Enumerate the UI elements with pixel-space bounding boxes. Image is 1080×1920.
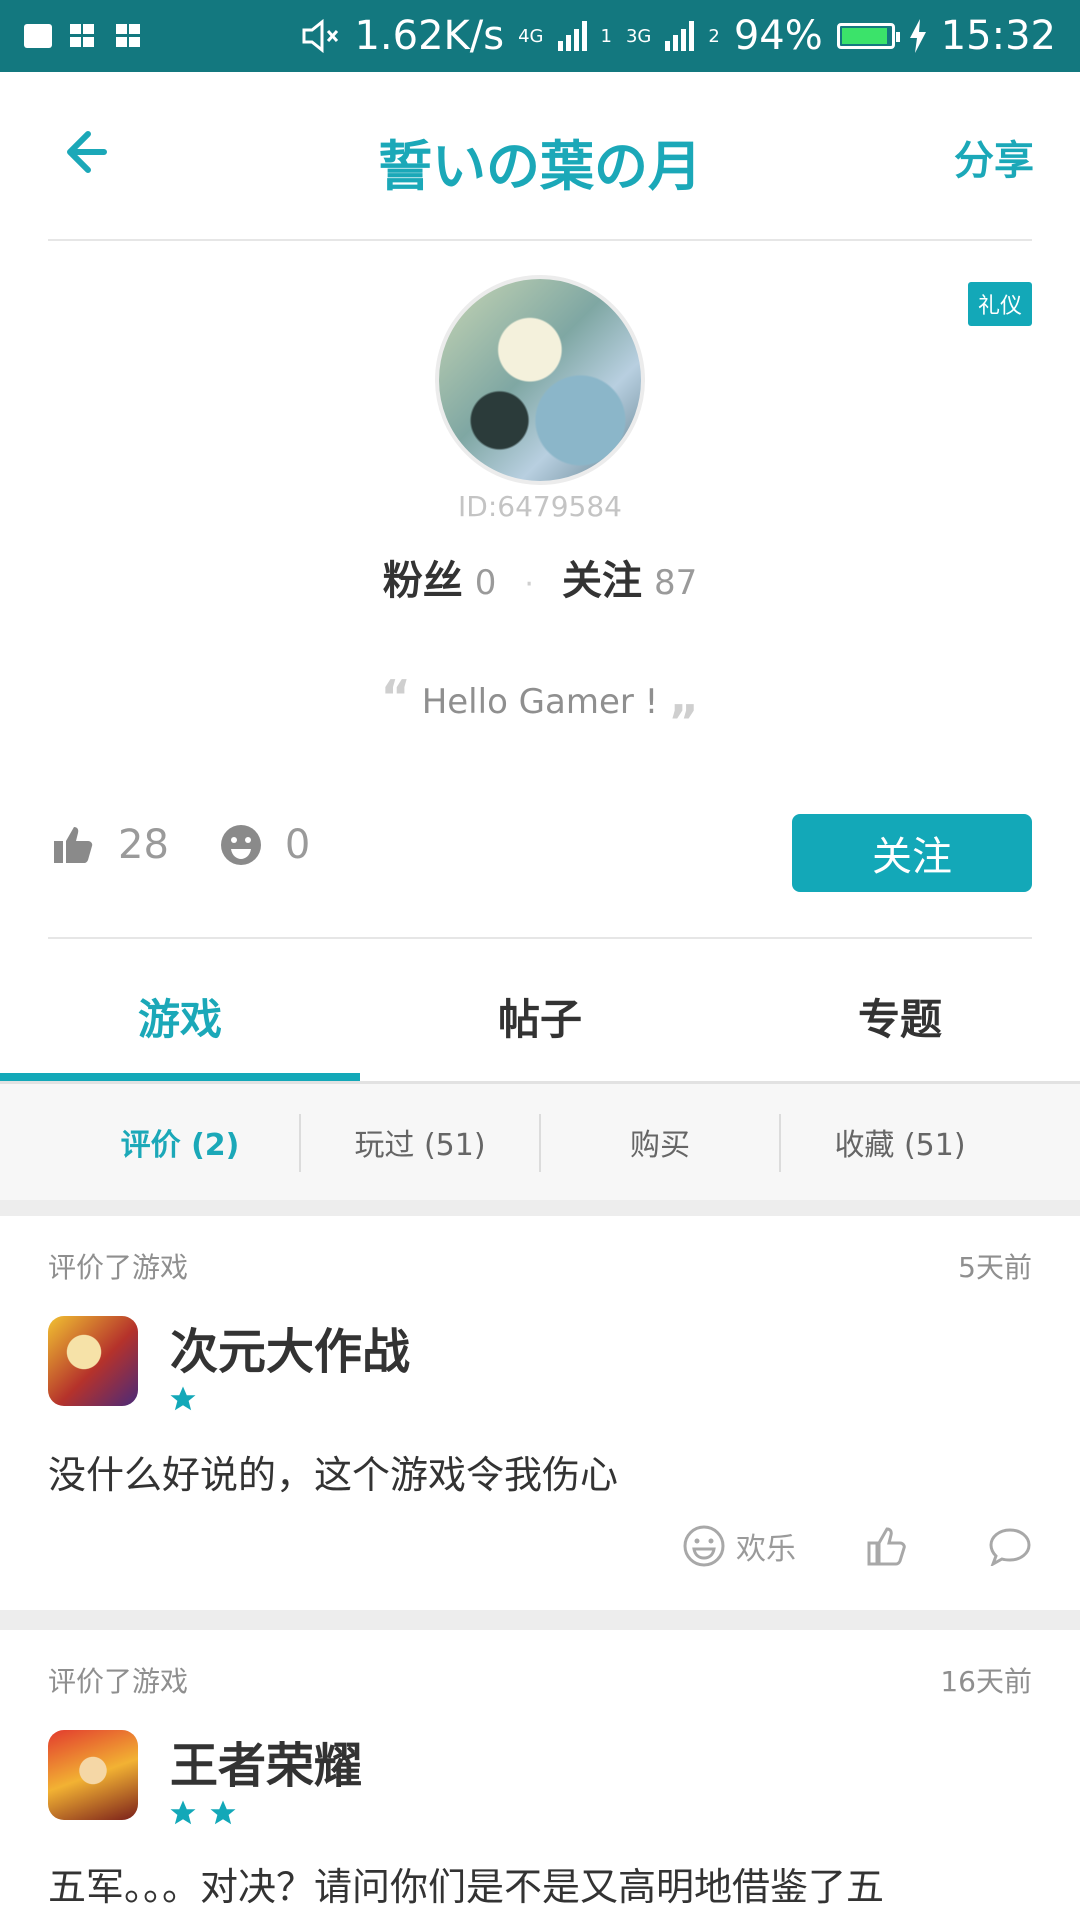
happy-face-icon[interactable] [682, 1524, 726, 1568]
battery-icon [836, 23, 900, 49]
game-name[interactable]: 次元大作战 [170, 1312, 410, 1382]
funny-face-icon [220, 825, 261, 865]
fans-label[interactable]: 粉丝 [383, 558, 463, 604]
star-icon [170, 1386, 196, 1411]
page-title: 誓いの葉の月 [378, 135, 702, 198]
header-divider [48, 239, 1032, 241]
follow-stats: 粉丝 0 · 关注 87 [0, 548, 1080, 606]
network-type-1: 4G [518, 25, 544, 47]
mute-icon [302, 19, 339, 53]
game-icon[interactable] [48, 1730, 138, 1820]
review-time: 5天前 [958, 1251, 1032, 1284]
tab-posts[interactable]: 帖子 [360, 952, 720, 1080]
star-icon [210, 1800, 236, 1825]
star-icon [170, 1800, 196, 1825]
network-type-2: 3G [625, 25, 652, 47]
user-id: ID:6479584 [458, 490, 622, 523]
subtab-purchased[interactable]: 购买 [540, 1084, 780, 1200]
network-speed: 1.62K/s [354, 13, 505, 59]
etiquette-badge[interactable]: 礼仪 [967, 282, 1032, 326]
charging-icon [909, 19, 926, 53]
app-notification-icon [70, 24, 98, 48]
clock: 15:32 [940, 13, 1056, 59]
reaction-label[interactable]: 欢乐 [736, 1524, 796, 1568]
profile-divider [48, 937, 1032, 939]
following-count[interactable]: 87 [654, 563, 697, 603]
following-label[interactable]: 关注 [562, 558, 642, 604]
follow-button[interactable]: 关注 [792, 814, 1032, 892]
likes-count: 28 [118, 822, 169, 868]
thumbs-up-icon [54, 827, 93, 863]
sim-2-label: 2 [708, 25, 720, 47]
game-name[interactable]: 王者荣耀 [170, 1726, 362, 1796]
battery-percent: 94% [733, 13, 823, 59]
game-icon[interactable] [48, 1316, 138, 1406]
funny-count: 0 [284, 822, 311, 868]
image-notification-icon [24, 24, 52, 48]
like-icon[interactable] [866, 1524, 910, 1568]
app-notification-icon-2 [116, 24, 144, 48]
signal-icon-2 [665, 21, 695, 51]
subtab-favorites[interactable]: 收藏 (51) [780, 1084, 1020, 1200]
profile-reactions: 28 0 [52, 822, 360, 868]
review-actions: 欢乐 [682, 1524, 1032, 1568]
review-time: 16天前 [940, 1665, 1032, 1698]
fans-count[interactable]: 0 [475, 563, 497, 603]
review-action-label: 评价了游戏 [48, 1665, 189, 1698]
section-gap [0, 1610, 1080, 1630]
game-subtabs: 评价 (2) 玩过 (51) 购买 收藏 (51) [0, 1084, 1080, 1200]
signature-text: Hello Gamer ! [421, 682, 659, 722]
stats-separator: · [524, 567, 534, 602]
rating-stars [168, 1384, 198, 1414]
title-bar: 誓いの葉の月 分享 [0, 72, 1080, 240]
active-tab-indicator [0, 1073, 360, 1081]
review-card[interactable]: 评价了游戏 16天前 王者荣耀 五军。。。对决？请问你们是不是又高明地借鉴了五 [0, 1630, 1080, 1920]
comment-icon[interactable] [988, 1526, 1032, 1566]
section-gap [0, 1200, 1080, 1216]
sim-1-label: 1 [600, 25, 612, 47]
close-quote-icon: „ [669, 670, 700, 724]
rating-stars [168, 1798, 238, 1828]
review-text: 没什么好说的，这个游戏令我伤心 [48, 1453, 619, 1497]
review-card[interactable]: 评价了游戏 5天前 次元大作战 没什么好说的，这个游戏令我伤心 欢乐 [0, 1216, 1080, 1610]
subtab-reviews[interactable]: 评价 (2) [60, 1084, 300, 1200]
tab-games[interactable]: 游戏 [0, 952, 360, 1080]
share-button[interactable]: 分享 [954, 128, 1034, 186]
status-bar: 1.62K/s 4G 1 3G 2 94% 15:32 [0, 0, 1080, 72]
user-signature: “ Hello Gamer ! „ [0, 670, 1080, 724]
avatar[interactable] [435, 275, 645, 485]
signal-icon-1 [557, 21, 587, 51]
content-tabs: 游戏 帖子 专题 [0, 952, 1080, 1080]
subtab-played[interactable]: 玩过 (51) [300, 1084, 540, 1200]
tab-topics[interactable]: 专题 [720, 952, 1080, 1080]
open-quote-icon: “ [380, 670, 411, 724]
review-action-label: 评价了游戏 [48, 1251, 189, 1284]
review-text: 五军。。。对决？请问你们是不是又高明地借鉴了五 [48, 1865, 885, 1909]
